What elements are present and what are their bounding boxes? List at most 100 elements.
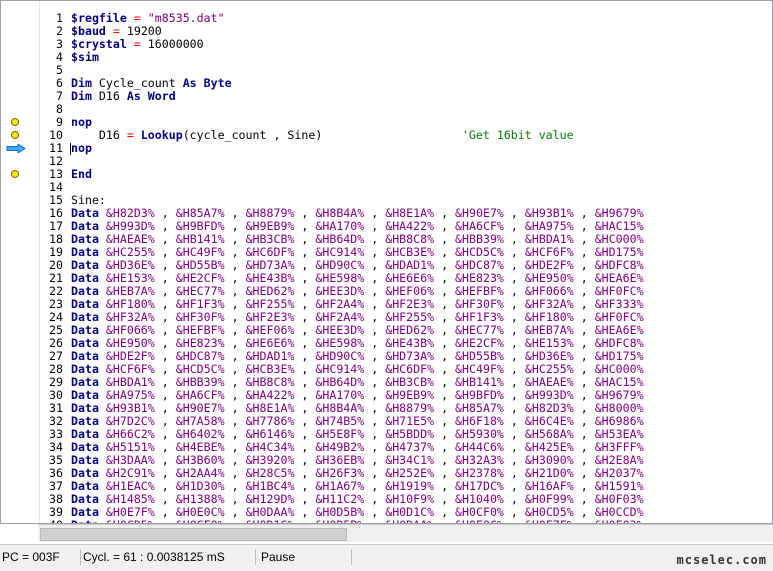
code-token: =: [126, 11, 148, 25]
code-token: Sine:: [71, 193, 106, 207]
hex-value: &H7A58%: [175, 414, 225, 428]
code-token: Cycle_count: [91, 76, 183, 90]
hex-value: &H5BDD%: [385, 427, 435, 441]
code-token: As Word: [126, 89, 176, 103]
code-token: nop: [71, 141, 92, 155]
hex-value: &HD55B%: [175, 258, 225, 272]
hex-value: &HEA6E%: [594, 323, 644, 337]
hex-value: &HED62%: [385, 323, 435, 337]
sim-state: Pause: [259, 549, 352, 565]
code-line[interactable]: 10 D16 = Lookup(cycle_count , Sine) 'Get…: [39, 129, 772, 142]
hex-value: &HCF6F%: [105, 362, 155, 376]
hex-value: &HE6E6%: [385, 271, 435, 285]
hex-value: &HDE2F%: [524, 258, 574, 272]
hex-value: &HEB7A%: [105, 284, 155, 298]
hex-value: &HA975%: [524, 219, 574, 233]
code-line[interactable]: 14: [39, 181, 772, 194]
hex-value: &HE153%: [524, 336, 574, 350]
data-keyword: Data: [71, 297, 99, 311]
hex-value: &HE598%: [315, 271, 365, 285]
hex-value: &HA422%: [385, 219, 435, 233]
hex-value: &HCB3E%: [385, 245, 435, 259]
code-token: Dim: [71, 76, 92, 90]
hex-value: &H10F9%: [385, 492, 435, 506]
hex-value: &HDC87%: [175, 349, 225, 363]
code-token: 19200: [126, 24, 162, 38]
data-keyword: Data: [71, 310, 99, 324]
code-lines[interactable]: 1 $regfile = "m8535.dat" 2 $baud = 19200 3 $c…: [39, 12, 772, 524]
text-cursor: [70, 143, 71, 155]
hex-value: &HC000%: [594, 232, 644, 246]
hex-value: &HDC87%: [455, 258, 504, 272]
hex-value: &H1D30%: [175, 479, 225, 493]
hex-value: &HDE2F%: [105, 349, 155, 363]
hex-value: &H425E%: [524, 440, 574, 454]
hex-value: &H1919%: [385, 479, 435, 493]
hex-value: &HEFBF%: [175, 323, 225, 337]
code-line[interactable]: 4 $sim: [39, 51, 772, 64]
hex-value: &H1BC4%: [245, 479, 295, 493]
data-keyword: Data: [71, 258, 99, 272]
hex-value: &HEF06%: [385, 284, 435, 298]
data-keyword: Data: [71, 440, 99, 454]
code-line[interactable]: 7 Dim D16 As Word: [39, 90, 772, 103]
hex-value: &H34C1%: [385, 453, 435, 467]
hex-value: &H1EAC%: [105, 479, 155, 493]
hex-value: &H4EBE%: [175, 440, 225, 454]
hex-value: &HD90C%: [315, 258, 365, 272]
code-editor[interactable]: 1 $regfile = "m8535.dat" 2 $baud = 19200 3 $c…: [0, 0, 773, 524]
hex-value: &HEA6E%: [594, 271, 644, 285]
hex-value: &HC914%: [315, 245, 365, 259]
code-line[interactable]: 8: [39, 103, 772, 116]
hex-value: &H1040%: [455, 492, 504, 506]
code-line[interactable]: 11 nop: [39, 142, 772, 155]
breakpoint-marker-icon[interactable]: [11, 118, 19, 126]
hex-value: &HD36E%: [524, 349, 574, 363]
hex-value: &HF0FC%: [594, 310, 644, 324]
hex-value: &H49B2%: [315, 440, 365, 454]
hex-value: &HD73A%: [245, 258, 295, 272]
hex-value: &HEB7A%: [524, 323, 574, 337]
hex-value: &H9679%: [594, 388, 644, 402]
code-line[interactable]: 3 $crystal = 16000000: [39, 38, 772, 51]
data-keyword: Data: [71, 375, 99, 389]
data-keyword: Data: [71, 284, 99, 298]
hex-value: &H8000%: [594, 401, 644, 415]
data-keyword: Data: [71, 336, 99, 350]
hex-value: &H0CD5%: [524, 505, 574, 519]
hex-value: &HE153%: [105, 271, 155, 285]
hex-value: &H0E7F%: [105, 505, 155, 519]
hex-value: &H44C6%: [455, 440, 504, 454]
hex-value: &HB64D%: [315, 375, 365, 389]
hex-value: &HC6DF%: [385, 362, 435, 376]
data-keyword: Data: [71, 479, 99, 493]
code-line[interactable]: 12: [39, 155, 772, 168]
code-token: (cycle_count , Sine): [182, 128, 323, 142]
hex-value: &H32A3%: [455, 453, 504, 467]
hex-value: &H71E5%: [385, 414, 435, 428]
hex-value: &H1485%: [105, 492, 155, 506]
hex-value: &HAC15%: [594, 219, 644, 233]
hex-value: &H53EA%: [594, 427, 644, 441]
hex-value: &HA422%: [245, 388, 295, 402]
hex-value: &HD36E%: [105, 258, 155, 272]
hex-value: &H252E%: [385, 466, 435, 480]
breakpoint-marker-icon[interactable]: [11, 170, 19, 178]
gutter[interactable]: [1, 1, 40, 523]
horizontal-scrollbar[interactable]: [38, 524, 773, 542]
code-line[interactable]: 13 End: [39, 168, 772, 181]
hex-value: &HB141%: [175, 232, 225, 246]
breakpoint-marker-icon[interactable]: [11, 131, 19, 139]
data-keyword: Data: [71, 401, 99, 415]
hex-value: &HB64D%: [315, 232, 365, 246]
hex-value: &H9EB9%: [385, 388, 435, 402]
hex-value: &HD175%: [594, 245, 644, 259]
hex-value: &HBB39%: [455, 232, 504, 246]
data-keyword: Data: [71, 388, 99, 402]
hex-value: &HF32A%: [105, 310, 155, 324]
hex-value: &H1A67%: [315, 479, 365, 493]
scrollbar-thumb[interactable]: [40, 528, 347, 541]
code-token: "m8535.dat": [147, 11, 225, 25]
hex-value: &HF180%: [105, 297, 155, 311]
